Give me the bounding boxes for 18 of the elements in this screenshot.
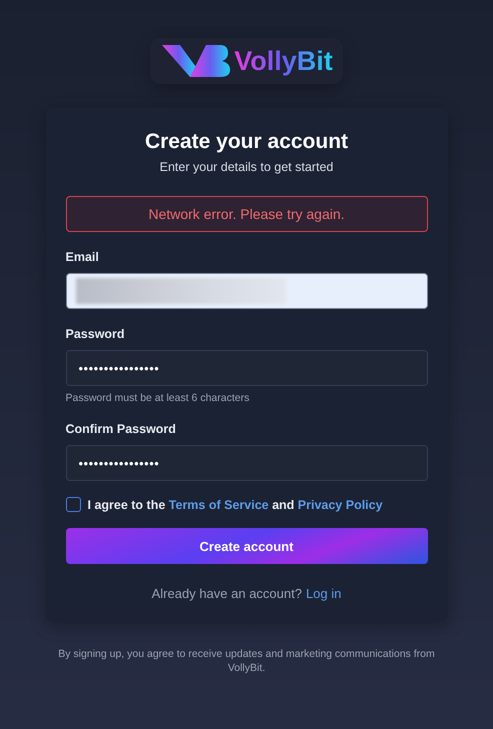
agree-checkbox[interactable] xyxy=(66,497,80,512)
form-subtitle: Enter your details to get started xyxy=(158,160,334,174)
form-title: Create your account xyxy=(144,130,350,154)
field-label: Email xyxy=(66,250,100,264)
error-message: Network error. Please try again. xyxy=(66,196,428,232)
footer-note: By signing up, you agree to receive updates and marketing communications from VollyBit. xyxy=(57,647,436,676)
login-link[interactable]: Log in xyxy=(306,586,342,601)
field-hint: Password must be at least 6 characters xyxy=(66,392,250,404)
field-label: Confirm Password xyxy=(66,422,177,436)
input-field[interactable] xyxy=(66,273,428,309)
policy-link[interactable]: Privacy Policy xyxy=(298,498,383,512)
policy-link[interactable]: Terms of Service xyxy=(168,498,269,512)
field-label: Password xyxy=(66,327,126,341)
input-field[interactable]: •••••••••••••••• xyxy=(66,445,428,481)
input-field[interactable]: •••••••••••••••• xyxy=(66,350,428,386)
login-prompt: Already have an account? xyxy=(152,586,302,601)
agreement-text: I agree to the Terms of Service and Privacy Policy xyxy=(88,498,383,512)
create-account-button[interactable]: Create account xyxy=(66,528,428,564)
